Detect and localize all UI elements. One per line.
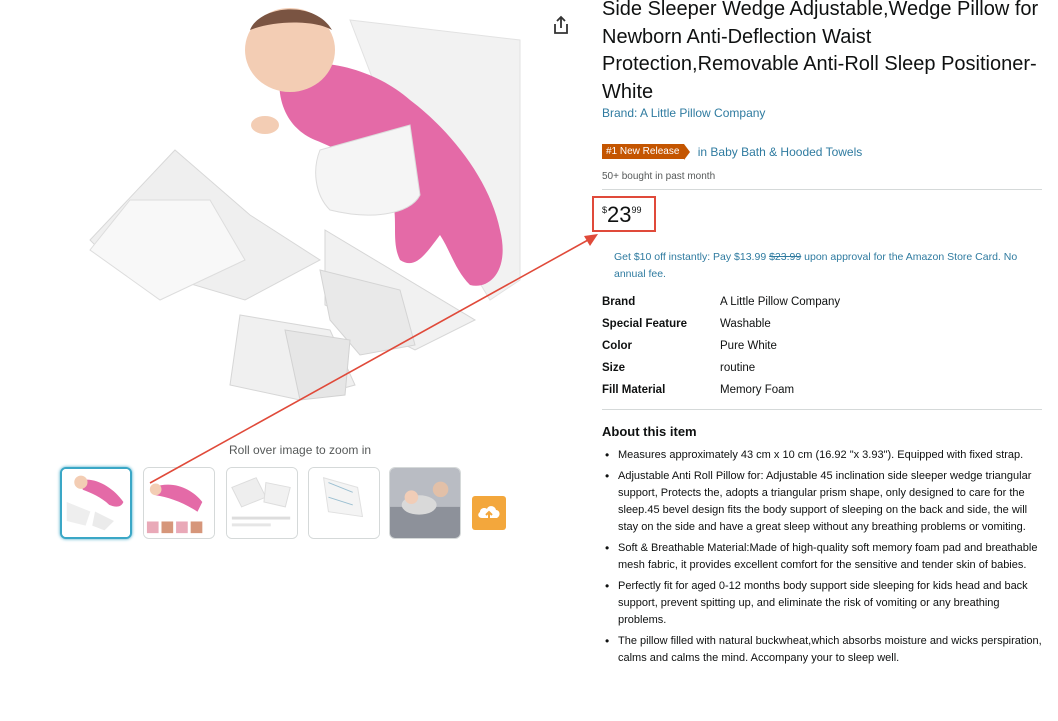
spec-key: Brand bbox=[602, 296, 636, 308]
spec-key: Fill Material bbox=[602, 384, 666, 396]
bought-count: 50+ bought in past month bbox=[602, 171, 716, 182]
store-card-promo[interactable]: Get $10 off instantly: Pay $13.99 $23.99… bbox=[614, 249, 1034, 283]
price-symbol: $ bbox=[602, 205, 608, 215]
about-bullet: Adjustable Anti Roll Pillow for: Adjusta… bbox=[602, 468, 1042, 537]
about-bullet: The pillow filled with natural buckwheat… bbox=[602, 633, 1042, 667]
spec-value: Pure White bbox=[720, 340, 777, 352]
about-bullet: Soft & Breathable Material:Made of high-… bbox=[602, 540, 1042, 574]
thumbnail-4[interactable] bbox=[308, 467, 380, 539]
divider bbox=[602, 409, 1042, 410]
price-whole: 23 bbox=[607, 202, 632, 227]
best-seller-row: #1 New Release in Baby Bath & Hooded Tow… bbox=[602, 144, 863, 161]
spec-row: Size routine bbox=[602, 362, 1042, 380]
spec-row: Brand A Little Pillow Company bbox=[602, 296, 1042, 314]
about-bullet: Perfectly fit for aged 0-12 months body … bbox=[602, 578, 1042, 630]
cloud-upload-icon bbox=[478, 506, 500, 520]
spec-key: Size bbox=[602, 362, 626, 374]
spec-key: Special Feature bbox=[602, 318, 688, 330]
thumbnail-2[interactable] bbox=[143, 467, 215, 539]
spec-row: Color Pure White bbox=[602, 340, 1042, 358]
spec-value: Washable bbox=[720, 318, 771, 330]
thumbnail-3[interactable] bbox=[226, 467, 298, 539]
spec-row: Special Feature Washable bbox=[602, 318, 1042, 336]
price-fraction: 99 bbox=[631, 205, 642, 215]
badge-category-link[interactable]: in Baby Bath & Hooded Towels bbox=[698, 145, 863, 159]
product-title: Side Sleeper Wedge Adjustable,Wedge Pill… bbox=[602, 0, 1039, 103]
brand-link[interactable]: Brand: A Little Pillow Company bbox=[602, 106, 765, 120]
main-product-image[interactable] bbox=[70, 0, 525, 430]
promo-strike-price: $23.99 bbox=[769, 251, 802, 263]
divider bbox=[602, 189, 1042, 190]
zoom-hint: Roll over image to zoom in bbox=[229, 443, 372, 457]
share-icon[interactable] bbox=[550, 14, 572, 36]
spec-value: Memory Foam bbox=[720, 384, 795, 396]
thumbnail-1[interactable] bbox=[60, 467, 132, 539]
spec-row: Fill Material Memory Foam bbox=[602, 384, 1042, 402]
spec-value: routine bbox=[720, 362, 756, 374]
price: $2399 bbox=[602, 202, 642, 228]
upload-button[interactable] bbox=[472, 496, 506, 530]
new-release-badge[interactable]: #1 New Release bbox=[602, 144, 691, 161]
about-bullet: Measures approximately 43 cm x 10 cm (16… bbox=[602, 447, 1042, 464]
promo-lead: Get $10 off instantly: Pay $13.99 bbox=[614, 251, 767, 263]
thumbnail-5[interactable] bbox=[389, 467, 461, 539]
about-title: About this item bbox=[602, 424, 697, 439]
spec-key: Color bbox=[602, 340, 633, 352]
spec-value: A Little Pillow Company bbox=[720, 296, 841, 308]
about-bullets: Measures approximately 43 cm x 10 cm (16… bbox=[602, 447, 1042, 671]
